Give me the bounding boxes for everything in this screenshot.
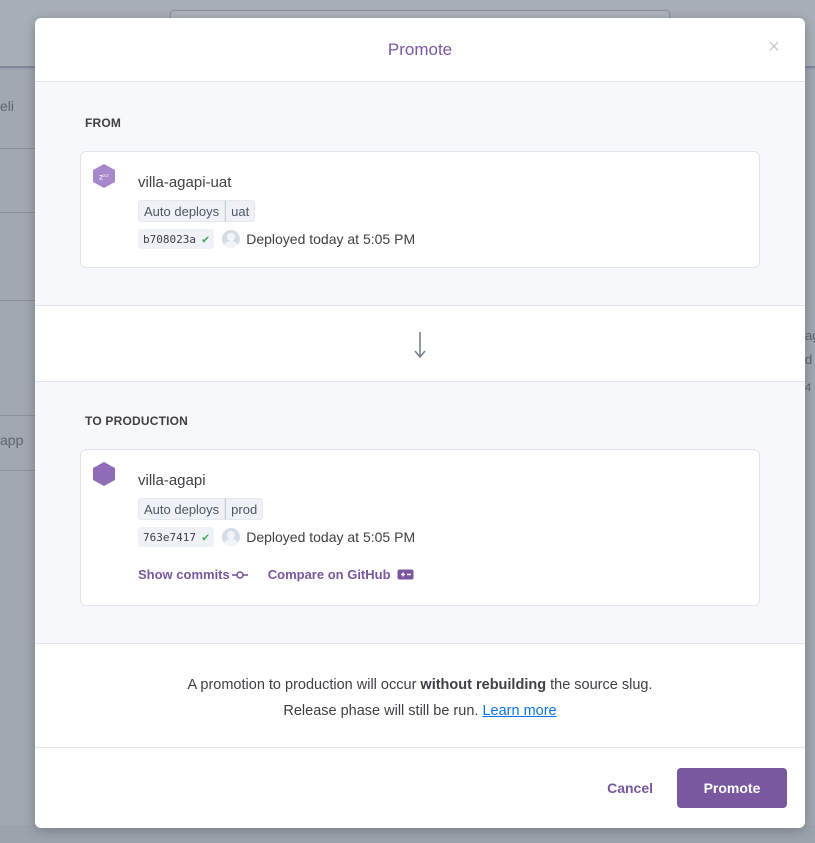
auto-deploys-badge: Auto deploys — [138, 200, 226, 222]
to-production-label: TO PRODUCTION — [85, 414, 189, 428]
notice-text: the source slug. — [546, 677, 653, 693]
notice-line-1: A promotion to production will occur wit… — [35, 672, 805, 698]
auto-deploys-badge: Auto deploys — [138, 498, 226, 520]
from-label: FROM — [85, 116, 122, 130]
to-app-name[interactable]: villa-agapi — [138, 472, 206, 489]
promote-button[interactable]: Promote — [677, 767, 787, 808]
commit-sha-text: 763e7417 — [143, 530, 196, 544]
diff-icon — [397, 569, 414, 580]
background-divider — [0, 212, 36, 213]
to-badges: Auto deploys prod — [138, 498, 264, 520]
background-text: eli — [0, 98, 15, 114]
notice-text: A promotion to production will occur — [187, 677, 421, 693]
promote-modal: Promote × FROM zᶻᶻ villa-agapi-uat Auto … — [35, 18, 805, 828]
from-app-card: zᶻᶻ villa-agapi-uat Auto deploys uat b70… — [80, 151, 760, 268]
commit-icon — [231, 570, 248, 579]
modal-header: Promote × — [35, 18, 805, 82]
commit-sha[interactable]: 763e7417 ✔ — [138, 527, 215, 547]
background-text: d — [805, 352, 813, 367]
learn-more-link[interactable]: Learn more — [482, 703, 556, 719]
commit-sha[interactable]: b708023a ✔ — [138, 229, 215, 249]
compare-github-label: Compare on GitHub — [267, 567, 391, 582]
background-right-panel — [805, 70, 815, 825]
background-text: ag — [805, 328, 815, 343]
notice-line-2: Release phase will still be run. Learn m… — [35, 698, 805, 724]
promotion-notice: A promotion to production will occur wit… — [35, 644, 805, 748]
background-divider — [0, 470, 36, 471]
from-deploy-info: b708023a ✔ Deployed today at 5:05 PM — [138, 229, 415, 249]
sleeping-dyno-icon: zᶻᶻ — [93, 164, 115, 188]
show-commits-label: Show commits — [138, 567, 230, 582]
to-links: Show commits Compare on GitHub — [138, 567, 414, 582]
avatar-icon — [222, 230, 241, 248]
from-section: FROM zᶻᶻ villa-agapi-uat Auto deploys ua… — [35, 82, 805, 306]
promotion-arrow-zone — [35, 306, 805, 381]
check-icon: ✔ — [201, 530, 210, 544]
deployed-time: Deployed today at 5:05 PM — [246, 231, 416, 247]
to-deploy-info: 763e7417 ✔ Deployed today at 5:05 PM — [138, 527, 415, 547]
from-app-name[interactable]: villa-agapi-uat — [138, 174, 231, 191]
branch-badge: uat — [225, 200, 256, 222]
from-badges: Auto deploys uat — [138, 200, 256, 222]
check-icon: ✔ — [201, 232, 210, 246]
deployed-time: Deployed today at 5:05 PM — [246, 529, 416, 545]
to-production-section: TO PRODUCTION villa-agapi Auto deploys p… — [35, 381, 805, 644]
modal-title: Promote — [387, 39, 453, 59]
avatar-icon — [222, 528, 241, 546]
sleeping-dyno-icon-text: zᶻᶻ — [99, 173, 109, 182]
background-divider — [0, 300, 36, 301]
cancel-button[interactable]: Cancel — [607, 780, 653, 796]
background-divider — [0, 148, 36, 149]
close-icon[interactable]: × — [765, 37, 783, 57]
modal-footer: Cancel Promote — [35, 747, 805, 828]
background-text: app — [0, 432, 24, 448]
notice-emphasis: without rebuilding — [420, 677, 547, 693]
hexagon-app-icon — [93, 462, 115, 486]
to-app-card: villa-agapi Auto deploys prod 763e7417 ✔… — [80, 449, 760, 606]
compare-github-link[interactable]: Compare on GitHub — [268, 567, 414, 582]
background-text: 4 — [805, 382, 812, 394]
background-divider — [0, 415, 36, 416]
show-commits-link[interactable]: Show commits — [138, 567, 248, 582]
notice-text: Release phase will still be run. — [283, 703, 483, 719]
branch-badge: prod — [225, 498, 264, 520]
commit-sha-text: b708023a — [143, 232, 196, 246]
down-arrow-icon — [414, 331, 426, 358]
